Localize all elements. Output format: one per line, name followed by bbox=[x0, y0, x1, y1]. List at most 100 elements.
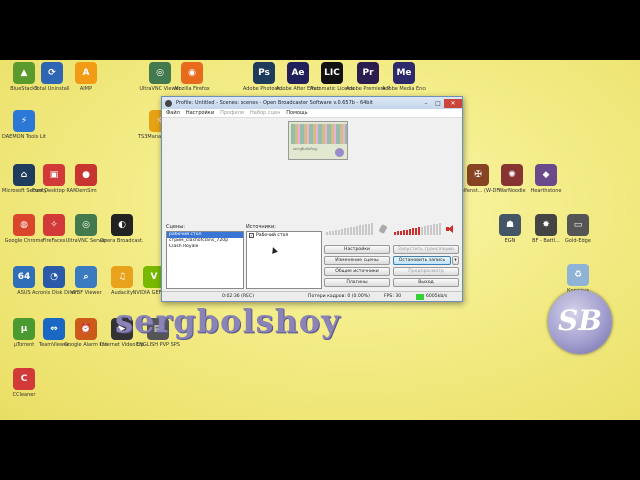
meter-bar bbox=[439, 223, 441, 235]
obs-window[interactable]: Profile: Untitled - Scenes: scenes - Ope… bbox=[161, 96, 463, 302]
meter-bar bbox=[332, 230, 334, 235]
desktop-shortcut-label: Hearthstone bbox=[530, 188, 562, 194]
meter-bar bbox=[427, 225, 429, 235]
desktop-shortcut-label: Opera Broadcast... bbox=[100, 238, 144, 244]
meter-bar bbox=[335, 230, 337, 235]
channel-watermark: sergbolshoy bbox=[115, 302, 341, 340]
menu-scene-collections[interactable]: Набор сцен bbox=[250, 110, 280, 116]
menu-file[interactable]: Файл bbox=[166, 110, 180, 116]
start-streaming-button[interactable]: Запустить трансляцию bbox=[393, 245, 459, 254]
meter-bar bbox=[365, 224, 367, 235]
preview-watermark: sergbolshoy bbox=[293, 146, 318, 151]
scenes-label: Сцены: bbox=[166, 224, 185, 230]
settings-button[interactable]: Настройки bbox=[324, 245, 390, 254]
letterbox-top bbox=[0, 0, 640, 60]
desktop-shortcut[interactable]: ● DemSim bbox=[64, 164, 108, 204]
premiere-icon: Pr bbox=[357, 62, 379, 84]
plugins-button[interactable]: Плагины bbox=[324, 278, 390, 287]
alarm-clock-icon: ⏰ bbox=[75, 318, 97, 340]
preview-desktop-thumbnail bbox=[291, 124, 347, 144]
wolfenstein-icon: ✠ bbox=[467, 164, 489, 186]
battlefield-icon: ✸ bbox=[535, 214, 557, 236]
meter-bar bbox=[341, 229, 343, 235]
meter-bar bbox=[424, 226, 426, 235]
recording-dropdown-button[interactable]: ▾ bbox=[452, 256, 459, 265]
ultravnc-icon: ◎ bbox=[149, 62, 171, 84]
meter-bar bbox=[433, 224, 435, 235]
preview-area[interactable]: sergbolshoy bbox=[288, 121, 348, 160]
menu-profiles[interactable]: Профили bbox=[220, 110, 244, 116]
minimize-icon[interactable]: – bbox=[420, 99, 432, 108]
preview-button[interactable]: Предпросмотр bbox=[393, 267, 459, 276]
desktop-shortcut-label: Gold-Edge bbox=[565, 238, 591, 244]
meter-bar bbox=[353, 226, 355, 235]
channel-logo-text: SB bbox=[558, 304, 602, 337]
meter-bar bbox=[430, 224, 432, 235]
menu-settings[interactable]: Настройки bbox=[186, 110, 214, 116]
close-icon[interactable]: ✕ bbox=[444, 98, 462, 108]
obs-title-bar[interactable]: Profile: Untitled - Scenes: scenes - Ope… bbox=[162, 97, 462, 109]
desktop-shortcut-label: CCleaner bbox=[12, 392, 36, 398]
meter-bar bbox=[338, 229, 340, 235]
meter-bar bbox=[406, 229, 408, 235]
speaker-icon[interactable] bbox=[446, 225, 454, 233]
meter-bar bbox=[362, 224, 364, 235]
obs-window-title: Profile: Untitled - Scenes: scenes - Ope… bbox=[176, 100, 373, 106]
media-encoder-icon: Me bbox=[393, 62, 415, 84]
mic-volume-meter[interactable] bbox=[326, 223, 373, 235]
sources-label: Источники: bbox=[246, 224, 276, 230]
obs-app-icon bbox=[165, 99, 172, 107]
demsim-icon: ● bbox=[75, 164, 97, 186]
menu-help[interactable]: Помощь bbox=[286, 110, 307, 116]
meter-bar bbox=[394, 232, 396, 235]
daemon-tools-icon: ⚡ bbox=[13, 110, 35, 132]
desktop-shortcut[interactable]: ⚡ DAEMON Tools Lite bbox=[2, 110, 46, 150]
preview-logo bbox=[335, 148, 344, 157]
meter-bar bbox=[412, 228, 414, 235]
source-checkbox[interactable]: ✓ bbox=[249, 233, 254, 238]
meter-bar bbox=[326, 232, 328, 235]
desktop-shortcut-label: Mozilla Firefox bbox=[174, 86, 210, 92]
hearthstone-icon: ◆ bbox=[535, 164, 557, 186]
meter-bar bbox=[344, 228, 346, 235]
free-ram-icon: ▣ bbox=[43, 164, 65, 186]
recycle-bin-icon: ♻ bbox=[567, 264, 589, 286]
desktop-shortcut[interactable]: ▭ Gold-Edge bbox=[556, 214, 600, 254]
vpbf-icon: ⌕ bbox=[75, 266, 97, 288]
status-bitrate: 6005kb/s bbox=[426, 294, 448, 299]
source-item[interactable]: ✓ Рабочий стол bbox=[247, 232, 321, 239]
desktop: ▲ BlueStacks ⟳ Total Uninstall A AIMP ◎ UltraVN… bbox=[0, 60, 640, 420]
stop-recording-button[interactable]: Остановить запись bbox=[393, 256, 451, 265]
meter-bar bbox=[400, 230, 402, 235]
meter-bar bbox=[421, 226, 423, 235]
letterbox-bottom bbox=[0, 420, 640, 480]
meter-bar bbox=[368, 223, 370, 235]
microphone-icon[interactable] bbox=[378, 224, 388, 234]
scenes-list[interactable]: рабочий стол стрим_clashofclans_720p Cla… bbox=[166, 231, 244, 289]
desktop-volume-meter[interactable] bbox=[394, 223, 441, 235]
sources-list[interactable]: ✓ Рабочий стол bbox=[246, 231, 322, 289]
desktop-shortcut[interactable]: A AIMP bbox=[64, 62, 108, 102]
gold-edge-icon: ▭ bbox=[567, 214, 589, 236]
meter-bar bbox=[350, 227, 352, 235]
scene-item[interactable]: Clash Royale bbox=[167, 244, 243, 250]
total-uninstall-icon: ⟳ bbox=[41, 62, 63, 84]
desktop-shortcut-label: ENGLISH PVP SPS bbox=[136, 342, 180, 348]
status-dropped-frames: Потери кадров: 0 (0.00%) bbox=[308, 294, 370, 299]
desktop-shortcut-label: DemSim bbox=[75, 188, 97, 194]
license-manager-icon: LIC bbox=[321, 62, 343, 84]
global-sources-button[interactable]: Общие источники bbox=[324, 267, 390, 276]
aimp-icon: A bbox=[75, 62, 97, 84]
firefaces-icon: ✧ bbox=[43, 214, 65, 236]
source-label: Рабочий стол bbox=[256, 233, 289, 238]
exit-button[interactable]: Выход bbox=[393, 278, 459, 287]
desktop-shortcut[interactable]: ◆ Hearthstone bbox=[524, 164, 568, 204]
desktop-shortcut[interactable]: ◐ Opera Broadcast... bbox=[100, 214, 144, 254]
meter-bar bbox=[403, 230, 405, 235]
edit-scene-button[interactable]: Изменение сцены bbox=[324, 256, 390, 265]
desktop-shortcut[interactable]: C CCleaner bbox=[2, 368, 46, 408]
maximize-icon[interactable]: □ bbox=[432, 99, 444, 108]
obs-menu-bar: Файл Настройки Профили Набор сцен Помощь bbox=[162, 109, 462, 118]
desktop-shortcut-label: Adobe Media Encoder CC bbox=[382, 86, 426, 92]
ultravnc-server-icon: ◎ bbox=[75, 214, 97, 236]
